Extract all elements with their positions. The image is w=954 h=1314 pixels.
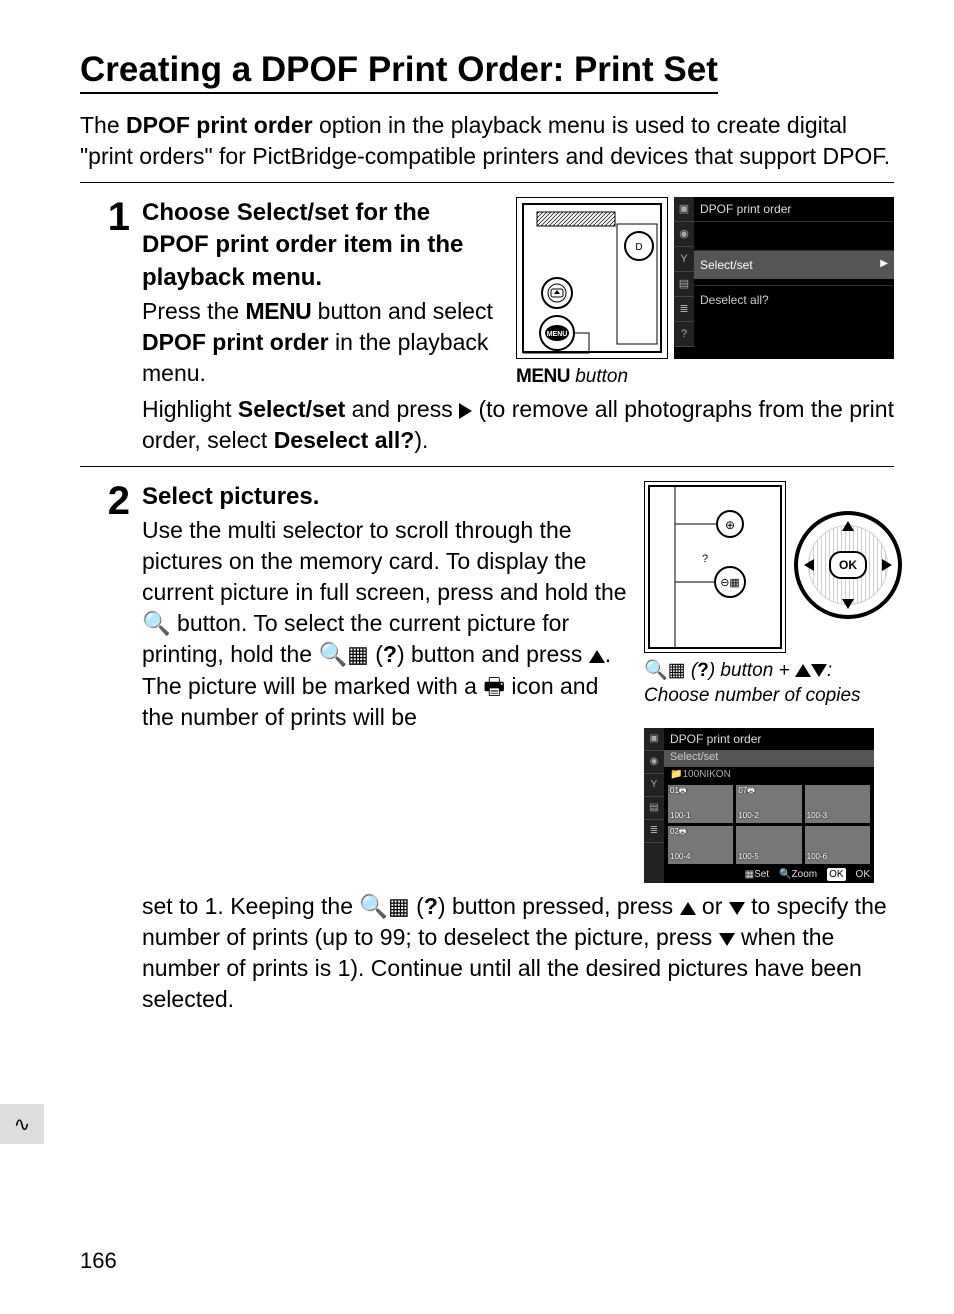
step1-heading: Choose Select/set for the DPOF print ord… (142, 197, 502, 294)
down-triangle-icon (719, 933, 735, 946)
controls-illustration: ⊕ ? ⊖▦ (644, 481, 786, 653)
zoom-in-icon: 🔍 (142, 610, 171, 636)
divider (80, 466, 894, 467)
tab-icon: ▣ (644, 728, 664, 751)
menu-item-select-set: Select/set▶ (694, 250, 894, 279)
svg-text:MENU: MENU (547, 331, 568, 338)
step-2: 2 Select pictures. Use the multi selecto… (80, 481, 894, 883)
thumbnail-cell: 07🖶100-2 (736, 785, 801, 823)
thumbnail-cell: 100-6 (805, 826, 870, 864)
thumbnail-cell: 01🖶100-1 (668, 785, 733, 823)
thumbnail-cell: 100-3 (805, 785, 870, 823)
left-arrow-icon (804, 559, 814, 571)
page-number: 166 (80, 1248, 117, 1274)
down-arrow-icon (842, 599, 854, 609)
thumb-title: DPOF print order (664, 728, 874, 750)
print-mark-icon: 🖶 (483, 673, 505, 699)
step2-text-continued: set to 1. Keeping the 🔍▦ (?) button pres… (142, 891, 890, 1015)
footer-ok-label: OK (856, 868, 870, 882)
right-triangle-icon (459, 403, 472, 419)
intro-paragraph: The DPOF print order option in the playb… (80, 110, 894, 172)
step1-text: Press the MENU button and select DPOF pr… (142, 296, 502, 389)
camera-illustration: D MENU (516, 197, 668, 359)
section-tab-icon: ∿ (0, 1104, 44, 1144)
thumbnail-cell: 100-5 (736, 826, 801, 864)
wrench-tab-icon: Y (674, 247, 694, 272)
step2-heading: Select pictures. (142, 481, 630, 513)
camera-tab-icon: ◉ (674, 222, 694, 247)
up-arrow-icon (842, 521, 854, 531)
tab-icon: ▤ (644, 797, 664, 820)
up-triangle-icon (795, 664, 811, 677)
footer-zoom: 🔍Zoom (779, 868, 817, 882)
page-title: Creating a DPOF Print Order: Print Set (80, 50, 718, 94)
down-triangle-icon (811, 664, 827, 677)
tab-icon: ◉ (644, 751, 664, 774)
svg-text:?: ? (702, 553, 708, 565)
help-tab-icon: ? (674, 322, 694, 347)
divider (80, 182, 894, 183)
thumbnail-cell: 02🖶100-4 (668, 826, 733, 864)
menu-item-deselect-all: Deselect all? (694, 285, 894, 314)
right-arrow-icon (882, 559, 892, 571)
svg-text:D: D (635, 242, 642, 253)
svg-text:⊖▦: ⊖▦ (720, 577, 740, 589)
svg-text:⊕: ⊕ (725, 518, 735, 532)
playback-tab-icon: ▣ (674, 197, 694, 222)
step1-text-2: Highlight Select/set and press (to remov… (142, 394, 894, 456)
retouch-tab-icon: ▤ (674, 272, 694, 297)
fig1-caption: MENU button (516, 365, 894, 390)
multi-selector-dial: OK (794, 511, 902, 619)
step-number: 1 (80, 197, 142, 456)
tab-icon: ≣ (644, 820, 664, 843)
thumb-folder: 📁100NIKON (664, 767, 874, 785)
fig2-caption: 🔍▦ (?) button + : Choose number of copie… (644, 659, 894, 708)
footer-set: ▦Set (745, 868, 769, 882)
thumb-subtitle: Select/set (664, 750, 874, 767)
step-1: 1 Choose Select/set for the DPOF print o… (80, 197, 894, 456)
step2-text: Use the multi selector to scroll through… (142, 515, 630, 732)
up-triangle-icon (589, 650, 605, 663)
up-triangle-icon (680, 902, 696, 915)
step-number: 2 (80, 481, 142, 883)
thumbnail-screenshot: ▣ ◉ Y ▤ ≣ DPOF print order Select/set 📁1… (644, 728, 874, 883)
recent-tab-icon: ≣ (674, 297, 694, 322)
zoom-out-thumb-icon: 🔍▦ (318, 641, 368, 667)
ok-button-icon: OK (829, 551, 867, 579)
menu-screenshot: ▣ ◉ Y ▤ ≣ ? DPOF print order (674, 197, 894, 359)
down-triangle-icon (729, 902, 745, 915)
tab-icon: Y (644, 774, 664, 797)
zoom-out-thumb-icon: 🔍▦ (359, 893, 409, 919)
menu-title: DPOF print order (694, 197, 894, 222)
footer-ok: OK (827, 868, 845, 882)
